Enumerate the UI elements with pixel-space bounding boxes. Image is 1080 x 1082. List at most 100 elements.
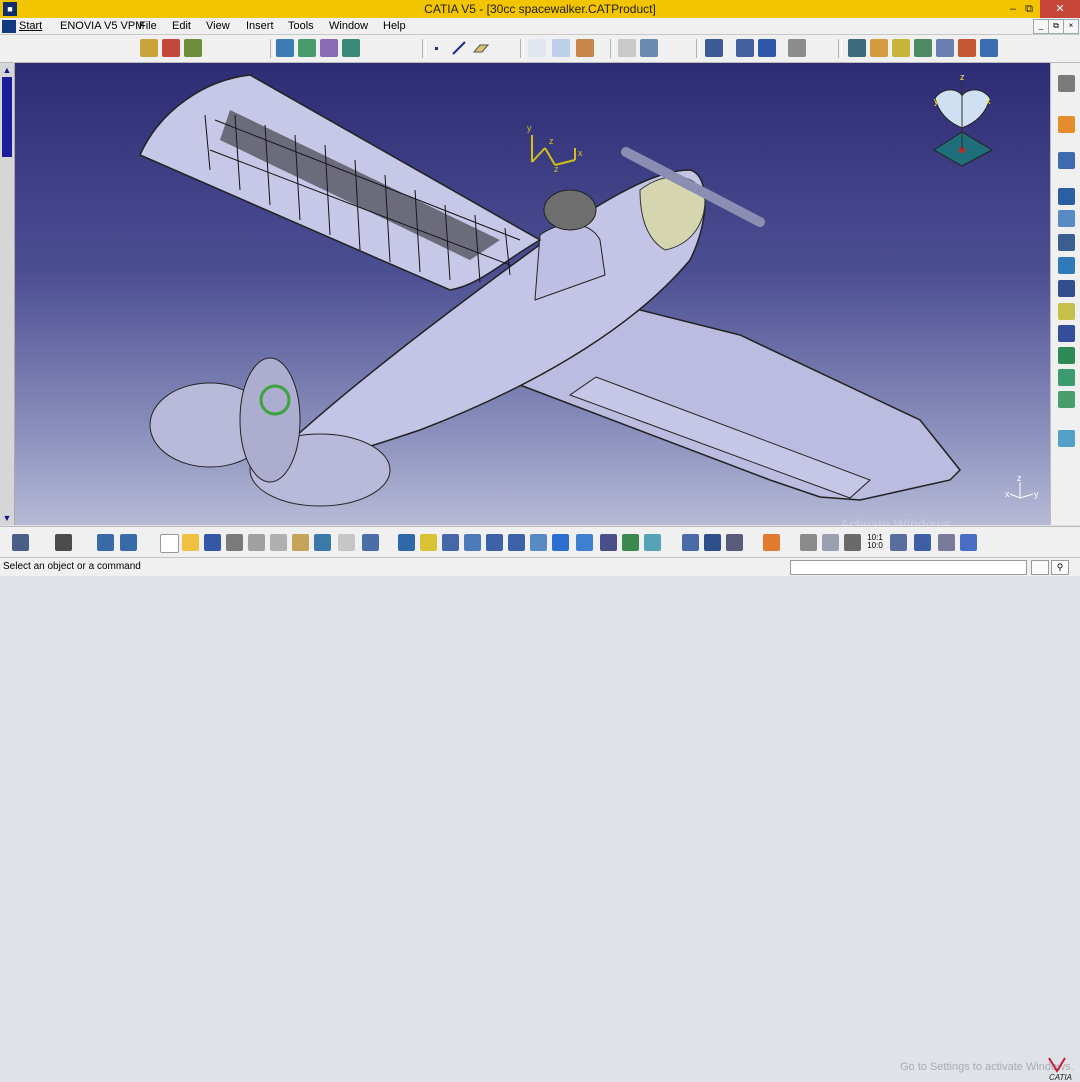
scroll-thumb[interactable] — [2, 77, 12, 157]
lighting-icon[interactable] — [938, 534, 955, 551]
compass[interactable]: z x y — [933, 72, 994, 167]
fly-mode-icon[interactable] — [398, 534, 415, 551]
pan-icon[interactable] — [442, 534, 459, 551]
zoom-ratio-icon[interactable]: 10:1 10:0 — [866, 534, 884, 551]
capture-icon[interactable] — [55, 534, 72, 551]
select-icon[interactable] — [736, 39, 754, 57]
copy-icon[interactable] — [270, 534, 287, 551]
restore-button[interactable]: ⧉ — [1016, 0, 1042, 18]
links-icon[interactable] — [120, 534, 137, 551]
normal-view-icon[interactable] — [530, 534, 547, 551]
line-icon[interactable] — [450, 39, 468, 57]
bom-icon[interactable] — [726, 534, 743, 551]
mdi-close-button[interactable]: × — [1063, 19, 1079, 34]
product-knowledge-icon[interactable] — [184, 39, 202, 57]
wireframe-icon[interactable] — [914, 39, 932, 57]
menu-file[interactable]: File — [139, 19, 157, 33]
layers-icon[interactable] — [1058, 430, 1075, 447]
menu-help[interactable]: Help — [383, 19, 406, 33]
scroll-down-arrow-icon[interactable]: ▼ — [2, 513, 12, 523]
display-icon[interactable] — [890, 534, 907, 551]
menu-view[interactable]: View — [206, 19, 230, 33]
measure-icon[interactable] — [320, 39, 338, 57]
coincidence-icon[interactable] — [1058, 234, 1075, 251]
sketch-icon[interactable] — [1058, 152, 1075, 169]
menu-window[interactable]: Window — [329, 19, 368, 33]
search-icon[interactable]: ⚲ — [1051, 560, 1069, 575]
menu-edit[interactable]: Edit — [172, 19, 191, 33]
flag-note-icon[interactable] — [552, 39, 570, 57]
hide-show-icon[interactable] — [622, 534, 639, 551]
isometric-view-icon[interactable] — [552, 534, 569, 551]
menu-enovia[interactable]: ENOVIA V5 VPM — [60, 19, 144, 33]
undo-icon[interactable] — [314, 534, 331, 551]
rotate-icon[interactable] — [464, 534, 481, 551]
contact-icon[interactable] — [1058, 257, 1075, 274]
shading-icon[interactable] — [848, 39, 866, 57]
fit-all-in-icon[interactable] — [420, 534, 437, 551]
sketch-tracer-icon[interactable] — [276, 39, 294, 57]
start-menu[interactable]: Start — [2, 19, 42, 33]
command-input[interactable] — [790, 560, 1027, 575]
depth-effect-icon[interactable] — [960, 534, 977, 551]
constraint-icon[interactable] — [1058, 188, 1075, 205]
update-icon[interactable] — [12, 534, 29, 551]
grid-icon[interactable] — [758, 39, 776, 57]
properties-icon[interactable] — [704, 534, 721, 551]
edges-hidden-icon[interactable] — [892, 39, 910, 57]
quick-view-icon[interactable] — [576, 534, 593, 551]
explode-icon[interactable] — [1058, 391, 1075, 408]
menu-insert[interactable]: Insert — [246, 19, 274, 33]
view-mode-icon[interactable] — [600, 534, 617, 551]
text-annotation-icon[interactable] — [528, 39, 546, 57]
redo-icon[interactable] — [338, 534, 355, 551]
space-analysis-icon[interactable] — [618, 39, 636, 57]
clash-icon[interactable] — [640, 39, 658, 57]
point-icon[interactable] — [428, 39, 446, 57]
shading-edges-icon[interactable] — [870, 39, 888, 57]
apply-material-icon[interactable] — [763, 534, 780, 551]
mdi-restore-button[interactable]: ⧉ — [1048, 19, 1064, 34]
insert-icon[interactable] — [576, 39, 594, 57]
offset-icon[interactable] — [1058, 280, 1075, 297]
scroll-up-arrow-icon[interactable]: ▲ — [2, 65, 12, 75]
zoom-out-icon[interactable] — [508, 534, 525, 551]
paste-icon[interactable] — [292, 534, 309, 551]
vertical-stabilizer[interactable] — [239, 357, 301, 483]
print-icon[interactable] — [226, 534, 243, 551]
mdi-minimize-button[interactable]: _ — [1033, 19, 1049, 34]
menu-tools[interactable]: Tools — [288, 19, 314, 33]
manipulate-icon[interactable] — [1058, 347, 1075, 364]
fix-component-icon[interactable] — [1058, 210, 1075, 227]
aircraft-model[interactable]: y z x z z x y x y z — [15, 63, 1050, 525]
vertical-scrollbar[interactable]: ▲ ▼ — [0, 63, 15, 525]
open-file-icon[interactable] — [182, 534, 199, 551]
walk-icon[interactable] — [822, 534, 839, 551]
product-structure-icon[interactable] — [1058, 75, 1075, 92]
close-button[interactable]: ✕ — [1040, 0, 1080, 18]
cut-icon[interactable] — [248, 534, 265, 551]
move-icon[interactable] — [1058, 325, 1075, 342]
catalog-browser-icon[interactable] — [162, 39, 180, 57]
texture-icon[interactable] — [342, 39, 360, 57]
material-icon[interactable] — [936, 39, 954, 57]
tree-expand-icon[interactable] — [682, 534, 699, 551]
plane-icon[interactable] — [472, 39, 490, 57]
select-arrow-icon[interactable] — [1058, 116, 1075, 133]
3d-viewport[interactable]: y z x z z x y x y z — [15, 63, 1050, 525]
command-button[interactable] — [1031, 560, 1049, 575]
render-icon[interactable] — [980, 39, 998, 57]
save-icon[interactable] — [204, 534, 221, 551]
swap-visible-space-icon[interactable] — [644, 534, 661, 551]
catalog-icon[interactable] — [140, 39, 158, 57]
new-file-icon[interactable] — [160, 534, 179, 553]
whats-this-icon[interactable] — [362, 534, 379, 551]
angle-icon[interactable] — [1058, 303, 1075, 320]
publication-icon[interactable] — [97, 534, 114, 551]
customize-view-icon[interactable] — [958, 39, 976, 57]
refresh-icon[interactable] — [800, 534, 817, 551]
3d-annotation-icon[interactable] — [298, 39, 316, 57]
zoom-in-icon[interactable] — [486, 534, 503, 551]
snap-icon[interactable] — [788, 39, 806, 57]
axis-icon[interactable] — [844, 534, 861, 551]
